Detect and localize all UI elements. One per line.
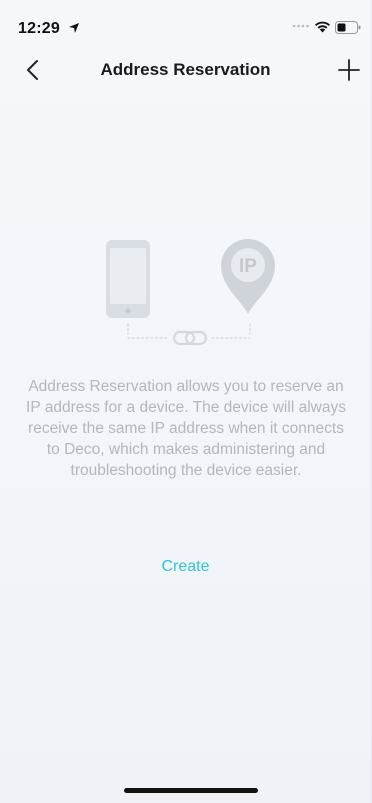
phone-icon bbox=[106, 240, 150, 318]
cellular-signal-icon bbox=[292, 24, 309, 28]
address-reservation-screen: 12:29 Address Reservation IP Address Res… bbox=[0, 0, 372, 803]
add-button[interactable] bbox=[337, 58, 361, 82]
home-indicator bbox=[124, 788, 258, 793]
page-title: Address Reservation bbox=[100, 60, 271, 79]
ip-pin-label: IP bbox=[239, 256, 257, 277]
battery-icon bbox=[335, 21, 361, 34]
status-bar: 12:29 bbox=[0, 0, 371, 44]
wifi-icon bbox=[315, 21, 330, 33]
navigation-bar: Address Reservation bbox=[0, 48, 371, 92]
location-arrow-icon bbox=[69, 23, 79, 33]
create-button[interactable]: Create bbox=[0, 558, 371, 576]
link-icon bbox=[172, 330, 208, 346]
status-time: 12:29 bbox=[18, 20, 60, 37]
ip-location-pin-icon: IP bbox=[221, 239, 275, 314]
description-text: Address Reservation allows you to reserv… bbox=[26, 378, 346, 479]
reservation-illustration: IP bbox=[106, 239, 275, 346]
